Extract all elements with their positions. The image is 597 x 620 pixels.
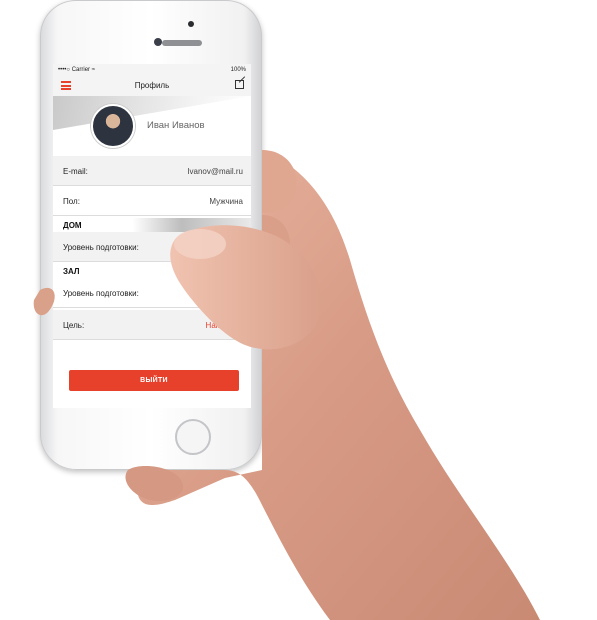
home-level-row[interactable]: Уровень подготовки:: [53, 232, 251, 262]
gym-level-value: Н: [197, 289, 203, 298]
home-button[interactable]: [175, 419, 211, 455]
profile-header: Иван Иванов: [53, 96, 251, 156]
finger-shape: [125, 466, 184, 502]
proximity-sensor: [188, 21, 194, 27]
gender-row[interactable]: Пол: Мужчина: [53, 186, 251, 216]
battery-text: 100%: [230, 67, 246, 73]
gender-value: Мужчина: [209, 197, 243, 206]
section-home-title: ДОМ: [63, 221, 82, 230]
section-gym-title: ЗАЛ: [63, 267, 80, 276]
finger-shape: [262, 150, 297, 213]
gym-level-row[interactable]: Уровень подготовки: Н: [53, 278, 251, 308]
front-camera: [154, 38, 162, 46]
gender-label: Пол:: [63, 197, 80, 206]
page-title: Профиль: [134, 81, 170, 90]
goal-value: Накачать пр: [205, 321, 251, 330]
email-value: Ivanov@mail.ru: [187, 167, 243, 176]
nav-bar: Профиль: [53, 76, 251, 96]
goal-row[interactable]: Цель: Накачать пр: [53, 310, 251, 340]
goal-label: Цель:: [63, 321, 85, 330]
edit-icon[interactable]: [235, 80, 244, 89]
user-name: Иван Иванов: [147, 120, 205, 131]
logout-button[interactable]: ВЫЙТИ: [69, 370, 239, 391]
email-row[interactable]: E-mail: Ivanov@mail.ru: [53, 156, 251, 186]
email-label: E-mail:: [63, 167, 88, 176]
section-gym-header: ЗАЛ: [53, 264, 251, 278]
app-screen: ••••○ Carrier ≈ 100% Профиль Иван Иванов…: [53, 64, 251, 408]
status-bar: ••••○ Carrier ≈ 100%: [53, 64, 251, 76]
section-home-header: ДОМ: [53, 218, 251, 232]
avatar[interactable]: [91, 104, 135, 148]
home-level-label: Уровень подготовки:: [63, 243, 139, 252]
gym-level-label: Уровень подготовки:: [63, 289, 139, 298]
carrier-text: ••••○ Carrier ≈: [58, 67, 95, 73]
finger-shape: [262, 215, 291, 269]
earpiece-speaker: [162, 40, 202, 46]
